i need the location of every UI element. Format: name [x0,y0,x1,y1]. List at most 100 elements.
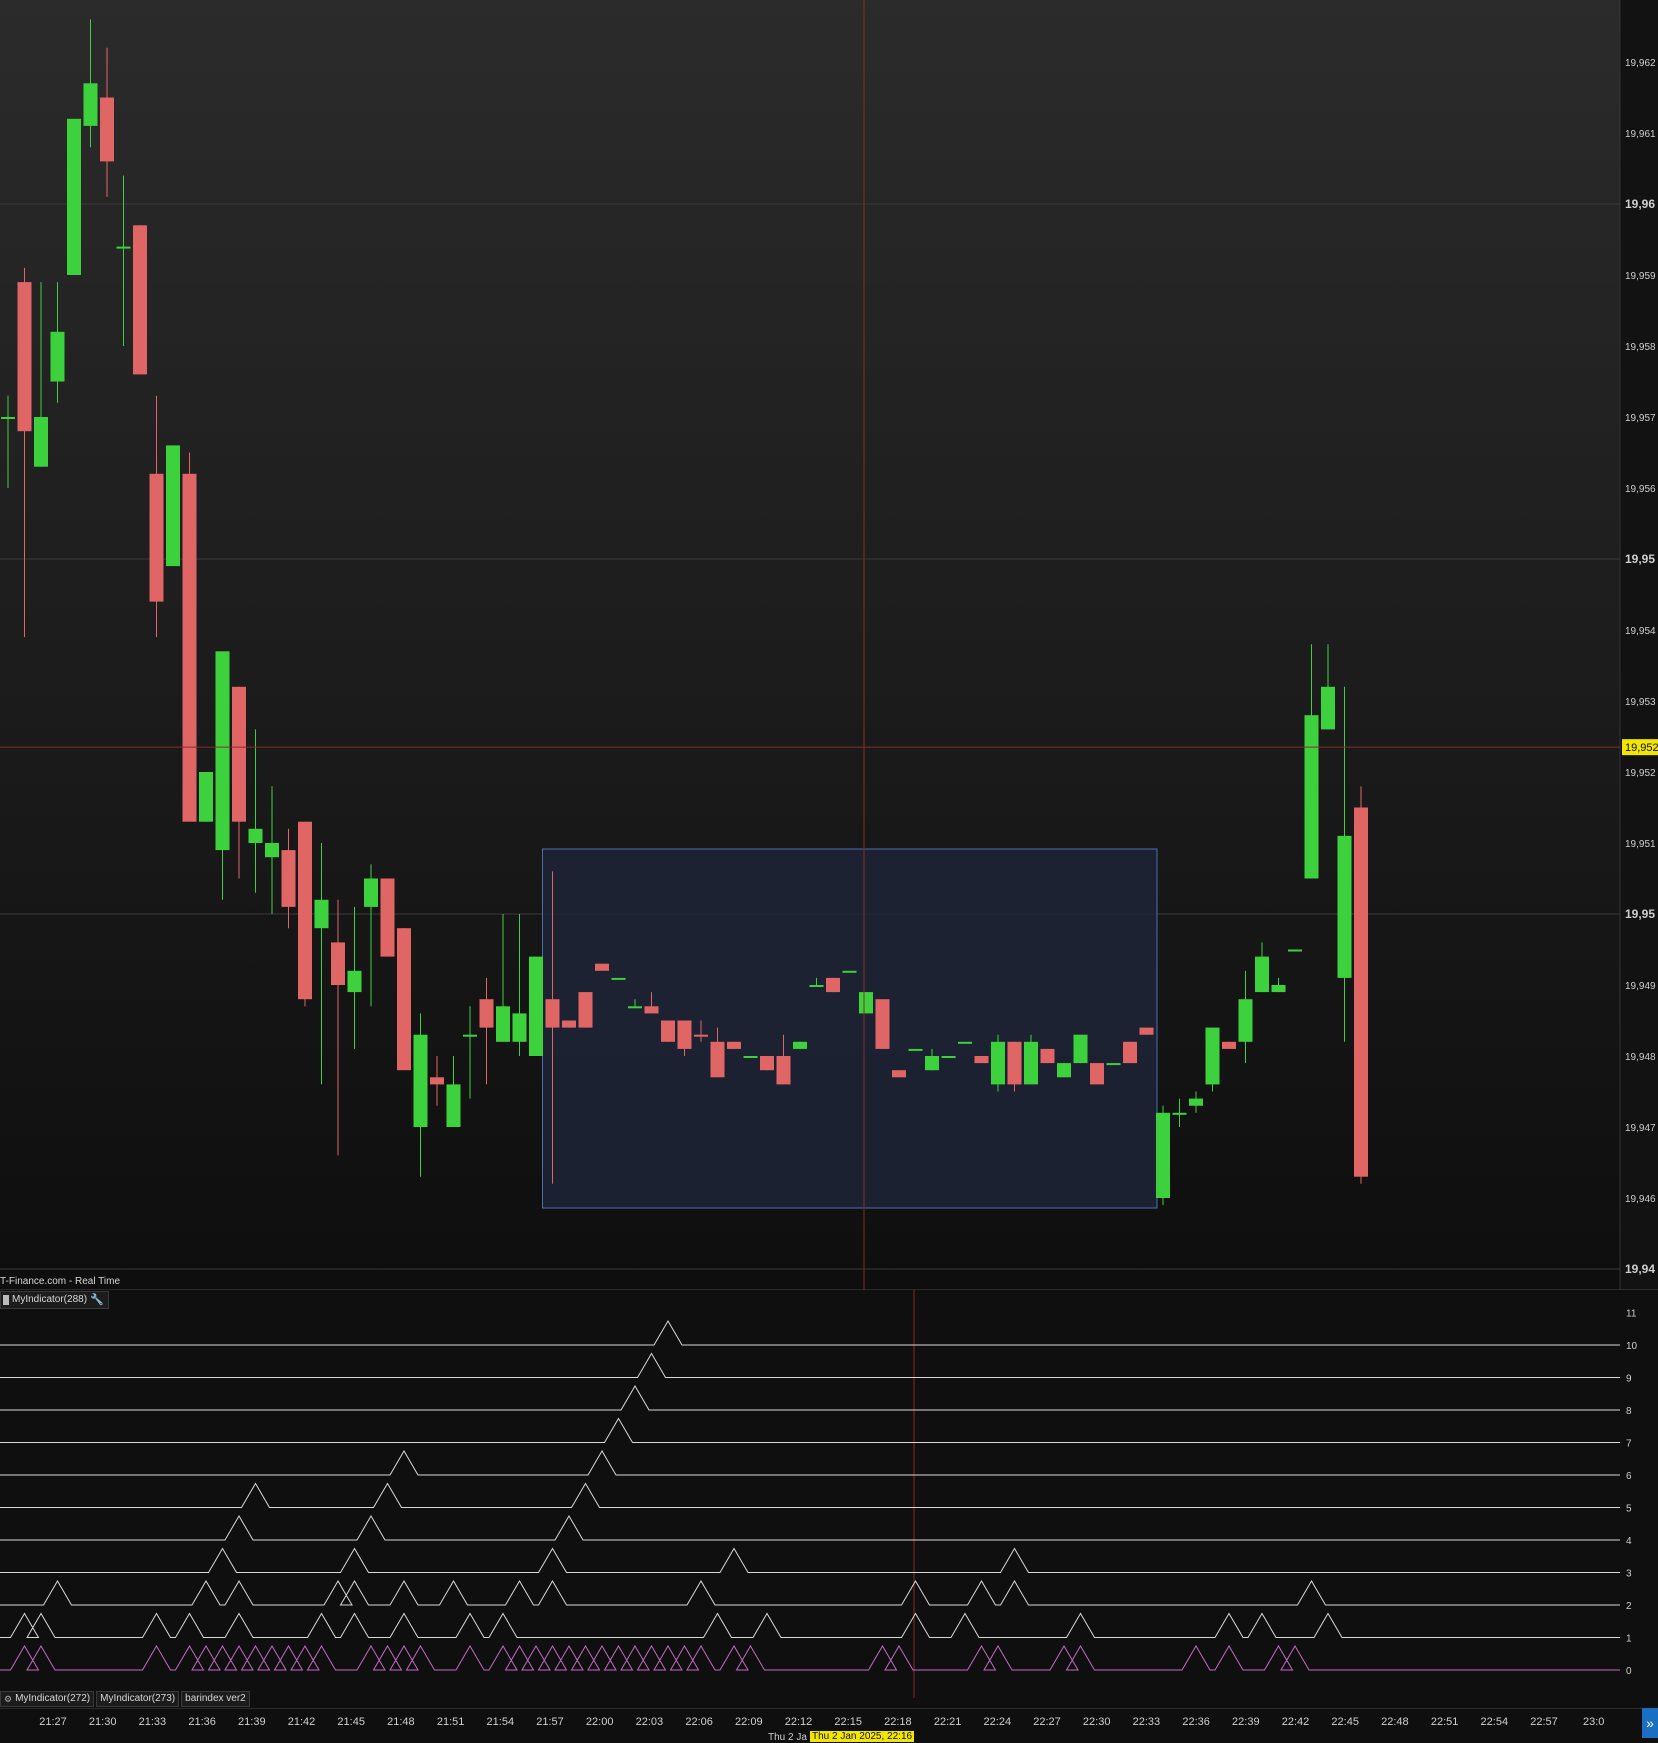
bottom-tab-myindicator-273[interactable]: MyIndicator(273) [96,1691,180,1707]
candle [793,1041,807,1049]
price-label: 19,95 [1625,907,1655,921]
indicator-level-label: 1 [1626,1634,1632,1645]
time-label: 21:36 [188,1716,216,1728]
candle [1222,1041,1236,1049]
indicator-level-label: 11 [1626,1309,1637,1320]
price-label: 19,95 [1625,552,1655,566]
price-label: 19,961 [1625,129,1656,140]
price-label: 19,951 [1625,839,1656,850]
indicator-tab[interactable]: MyIndicator(288) 🔧 [0,1291,109,1309]
price-chart[interactable]: 19,962 19,961 19,96 19,959 19,958 19,957 19,95… [0,0,1658,1290]
bottom-tab-myindicator-272[interactable]: ⚙ MyIndicator(272) [0,1691,95,1707]
time-label: 22:36 [1182,1716,1210,1728]
indicator-level-label: 3 [1626,1569,1632,1580]
svg-text:19,952: 19,952 [1625,742,1658,754]
time-label: 21:48 [387,1716,415,1728]
time-label: 22:12 [784,1716,813,1728]
candle [529,956,543,1056]
candle [1040,1048,1055,1064]
highlight-box[interactable] [542,848,1158,1209]
price-label: 19,952 [1625,768,1656,779]
time-label: 22:42 [1281,1716,1310,1728]
data-source-label: T-Finance.com - Real Time [0,1276,121,1287]
candle [991,1034,1005,1092]
candle [133,225,147,375]
candle [562,1020,576,1028]
time-label: 22:18 [884,1716,912,1728]
indicator-level-label: 0 [1626,1666,1632,1677]
indicator-level-label: 7 [1626,1439,1632,1450]
candle [908,1048,923,1051]
time-label: 21:54 [486,1716,515,1728]
candle [166,445,180,567]
time-label: 22:45 [1331,1716,1359,1728]
price-label: 19,947 [1625,1123,1656,1134]
time-label: 21:45 [337,1716,365,1728]
indicator-level-label: 10 [1626,1341,1638,1352]
candle [743,1056,758,1058]
time-label: 22:03 [635,1716,664,1728]
candle [611,977,626,980]
price-label: 19,956 [1625,484,1656,495]
candle [1139,1027,1154,1035]
candle [958,1041,972,1044]
candle [298,821,312,1007]
time-axis[interactable]: Thu 2 Ja Thu 2 Jan 2025, 22:16 21:27 21:3… [0,1708,1658,1743]
candle [842,970,857,973]
candle [661,1020,675,1042]
crosshair-time-label: Thu 2 Jan 2025, 22:16 [810,1731,915,1742]
price-axis-background [1620,0,1658,1290]
bottom-tab-barindex[interactable]: barindex ver2 [181,1691,250,1707]
time-label: 22:48 [1381,1716,1409,1728]
price-label: 19,948 [1625,1052,1656,1063]
price-label: 19,94 [1625,1262,1655,1276]
candle [727,1041,741,1049]
price-label: 19,949 [1625,981,1656,992]
settings-icon[interactable]: ⚙ [4,1692,12,1706]
candle [578,992,593,1028]
time-label: 22:57 [1530,1716,1558,1728]
time-label: 22:24 [983,1716,1012,1728]
indicator-level-label: 5 [1626,1504,1632,1515]
indicator-level-label: 2 [1626,1601,1632,1612]
candle [1354,786,1368,1184]
candle [875,999,890,1049]
candle [1024,1034,1038,1085]
time-label: 21:33 [138,1716,167,1728]
scroll-right-button[interactable]: » [1642,1708,1658,1738]
candle [892,1070,906,1078]
candle [182,452,197,822]
indicator-level-label: 6 [1626,1471,1632,1482]
selection-rectangle[interactable] [542,848,1158,1209]
time-label: 22:39 [1232,1716,1260,1728]
time-label: 22:54 [1480,1716,1509,1728]
candle [397,928,411,1071]
bottom-tab-label: barindex ver2 [185,1693,246,1704]
candle [1073,1034,1088,1064]
price-label: 19,953 [1625,697,1656,708]
time-label: 22:15 [834,1716,862,1728]
time-label: 22:27 [1033,1716,1061,1728]
price-label: 19,954 [1625,626,1656,637]
time-label: 22:21 [933,1716,962,1728]
indicator-chart[interactable]: 11109876543210 [0,1290,1658,1698]
candle [1007,1041,1022,1092]
wrench-icon[interactable]: 🔧 [90,1292,104,1308]
time-label: 21:39 [238,1716,266,1728]
indicator-level-label: 8 [1626,1406,1632,1417]
candle [1205,1027,1220,1092]
candle [1123,1041,1137,1064]
candle [199,772,213,822]
candle [760,1056,774,1071]
candle [595,963,609,971]
price-label: 19,958 [1625,342,1656,353]
price-label: 19,957 [1625,413,1656,424]
bottom-indicator-tabs: ⚙ MyIndicator(272) MyIndicator(273) bari… [0,1691,250,1707]
candle [1288,949,1302,952]
candle [1106,1063,1121,1066]
price-label: 19,96 [1625,197,1655,211]
time-label: 22:06 [685,1716,713,1728]
indicator-level-label: 9 [1626,1374,1632,1385]
time-label: 21:51 [436,1716,465,1728]
time-label: 22:51 [1430,1716,1459,1728]
